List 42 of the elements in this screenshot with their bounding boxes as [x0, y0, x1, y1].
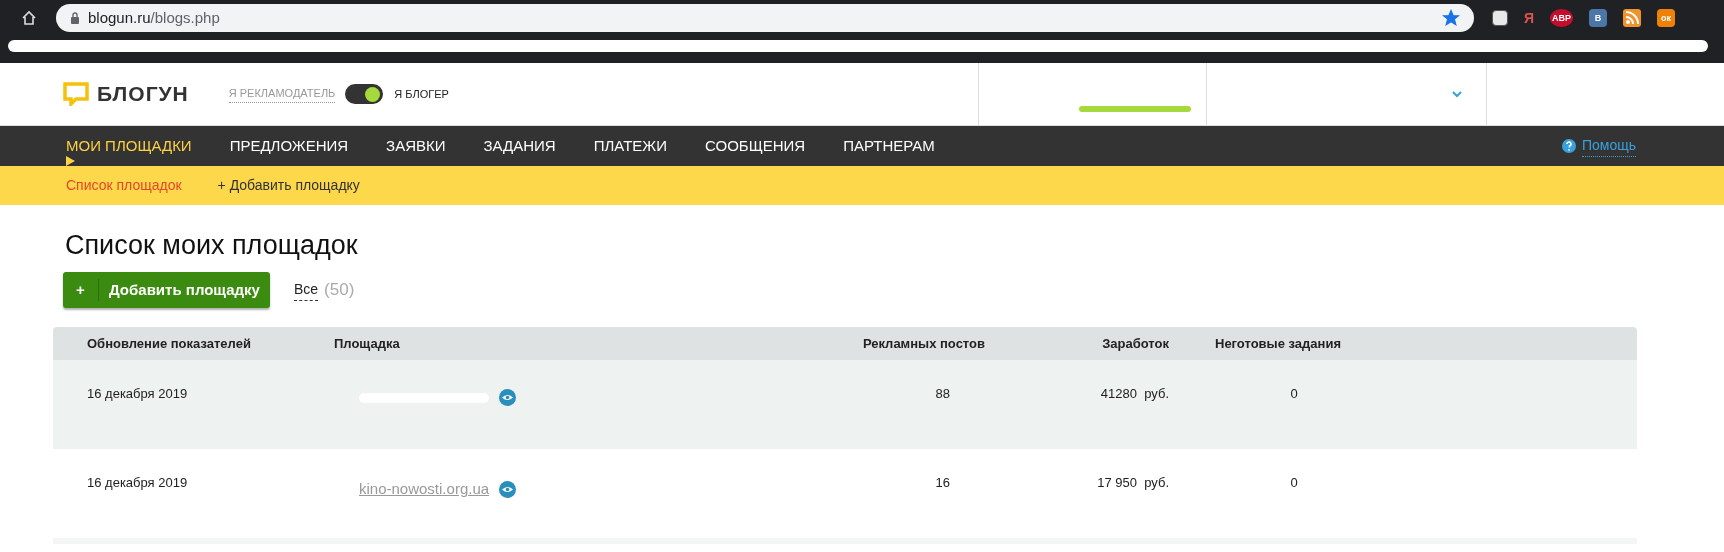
table-cell-text: 0 — [1289, 474, 1299, 492]
chevron-icon[interactable] — [1452, 90, 1462, 98]
extension-icon[interactable]: B — [1589, 9, 1608, 27]
table-cell-text: 0 — [1289, 385, 1299, 403]
table-cell-text: 16 декабря 2019 — [87, 474, 189, 492]
table-cell-text: 16 — [934, 474, 950, 492]
logo-text: БЛОГУН — [97, 81, 189, 108]
blogger-label[interactable]: Я БЛОГЕР — [394, 85, 449, 103]
role-toggle[interactable] — [345, 84, 384, 104]
extension-icon[interactable]: ABP — [1550, 9, 1574, 27]
nav-tab[interactable]: ПАРТНЕРАМ — [843, 126, 935, 166]
add-site-button[interactable]: + Добавить площадку — [63, 272, 270, 308]
home-icon[interactable] — [20, 9, 38, 27]
page-title: Список моих площадок — [65, 229, 359, 261]
logo-icon — [63, 82, 89, 106]
nav-tab[interactable]: ПЛАТЕЖИ — [593, 126, 667, 166]
eye-icon[interactable] — [499, 480, 517, 498]
eye-icon[interactable] — [499, 389, 516, 406]
column-header: Рекламных постов — [861, 334, 985, 353]
help-link[interactable]: Помощь — [1581, 135, 1636, 157]
column-header: Заработок — [1101, 334, 1169, 353]
table-cell-text: 16 декабря 2019 — [87, 385, 189, 403]
table-cell-text: 41280 руб. — [1099, 385, 1169, 403]
nav-tab[interactable]: ЗАЯВКИ — [386, 126, 446, 166]
url-text: blogun.ru/blogs.php — [88, 7, 220, 28]
address-bar[interactable]: blogun.ru/blogs.php — [56, 4, 1474, 32]
filter-count: (50) — [324, 279, 355, 302]
column-header: Площадка — [334, 334, 401, 353]
filter-all-link[interactable]: Все — [293, 279, 319, 301]
column-header: Обновление показателей — [87, 334, 252, 353]
table-cell-text: 88 — [934, 385, 950, 403]
star-icon[interactable] — [1442, 9, 1460, 27]
subnav-link[interactable]: + Добавить площадку — [217, 175, 360, 196]
extension-icon[interactable] — [1492, 10, 1508, 26]
help-icon[interactable] — [1561, 139, 1576, 153]
table-cell-text: 17 950 руб. — [1096, 474, 1169, 492]
nav-tab[interactable]: ПРЕДЛОЖЕНИЯ — [229, 126, 349, 166]
lock-icon — [70, 12, 80, 24]
nav-tab[interactable]: СООБЩЕНИЯ — [704, 126, 806, 166]
rss-icon[interactable] — [1623, 9, 1642, 27]
column-header: Неготовые задания — [1215, 334, 1342, 353]
nav-tab[interactable]: ЗАДАНИЯ — [483, 126, 556, 166]
